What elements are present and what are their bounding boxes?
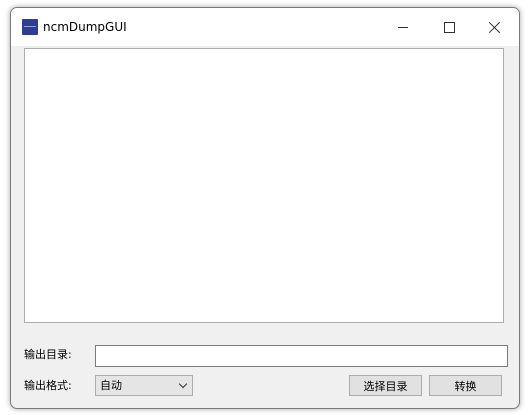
app-window: ncmDumpGUI 输出目录: 输出格式: 自动 选择目录 转换 [10, 7, 520, 409]
output-format-select[interactable]: 自动 [95, 375, 193, 396]
maximize-button[interactable] [426, 8, 472, 46]
app-icon [22, 19, 38, 35]
maximize-icon [443, 21, 455, 33]
browse-dir-button[interactable]: 选择目录 [349, 375, 422, 396]
output-dir-label: 输出目录: [24, 348, 72, 361]
close-icon [489, 21, 501, 33]
convert-button[interactable]: 转换 [429, 375, 502, 396]
chevron-down-icon [178, 379, 188, 389]
window-title: ncmDumpGUI [43, 20, 127, 34]
minimize-button[interactable] [380, 8, 426, 46]
title-bar[interactable]: ncmDumpGUI [11, 8, 519, 46]
close-button[interactable] [472, 8, 518, 46]
output-format-label: 输出格式: [24, 379, 72, 392]
file-list[interactable] [24, 48, 504, 323]
minimize-icon [398, 26, 408, 28]
output-dir-input[interactable] [95, 345, 508, 367]
output-format-value: 自动 [100, 379, 122, 392]
